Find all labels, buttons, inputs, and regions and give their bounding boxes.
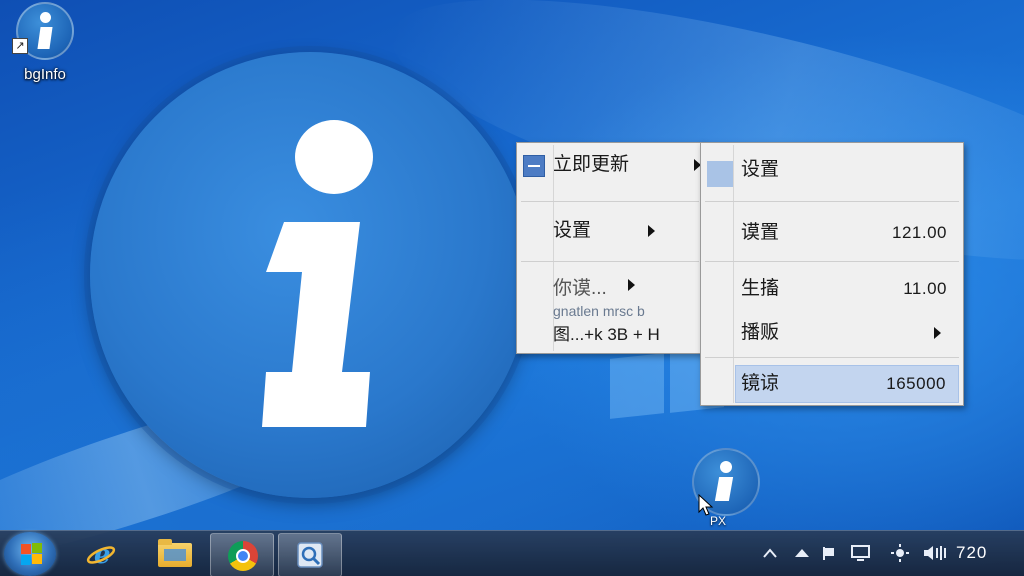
- context-menu: 立即更新 设置 你谟... gnatlen mrsc b 图...+k 3B +…: [516, 142, 704, 354]
- network-icon[interactable]: [794, 547, 810, 561]
- info-stem: [262, 222, 370, 427]
- menu-separator: [521, 201, 699, 202]
- menu-separator: [705, 357, 959, 358]
- clock[interactable]: 720: [956, 543, 987, 563]
- info-graphic: [90, 52, 530, 498]
- menu-item-label: 生搐: [741, 278, 780, 299]
- submenu-item-4[interactable]: 播贩: [701, 315, 963, 351]
- shortcut-arrow-icon: ↗: [12, 38, 28, 54]
- menu-separator: [521, 261, 699, 262]
- taskbar-button-explorer[interactable]: [142, 533, 204, 575]
- taskbar: e 720: [0, 530, 1024, 576]
- menu-item-label: 图...+k 3B + H: [553, 325, 660, 344]
- taskbar-button-chrome[interactable]: [210, 533, 274, 576]
- submenu-arrow-icon: [628, 279, 635, 291]
- menu-item-value: 165000: [886, 374, 946, 393]
- flag-icon[interactable]: [822, 545, 840, 561]
- menu-separator: [705, 261, 959, 262]
- menu-item-value: 11.00: [903, 279, 947, 298]
- info-dot: [295, 120, 373, 194]
- desktop-icon-label: bgInfo: [24, 66, 66, 83]
- menu-item-label: 立即更新: [553, 154, 630, 175]
- submenu-item-2[interactable]: 谟置 121.00: [701, 215, 963, 251]
- submenu-item-3[interactable]: 生搐 11.00: [701, 271, 963, 307]
- submenu-item-settings[interactable]: 设置: [701, 151, 963, 189]
- menu-item-label: 设置: [741, 159, 780, 180]
- mouse-cursor-icon: [698, 494, 714, 516]
- desktop: ↗ bgInfo 立即更新 设置 你谟... gnatlen mrsc b 图.…: [0, 0, 1024, 576]
- menu-item-update-now[interactable]: 立即更新: [517, 147, 703, 183]
- menu-item-misc[interactable]: 图...+k 3B + H: [517, 317, 703, 353]
- taskbar-button-tool[interactable]: [278, 533, 342, 576]
- swatch-icon: [707, 161, 733, 187]
- submenu-arrow-icon: [934, 327, 941, 339]
- menu-item-value: 121.00: [892, 223, 947, 242]
- small-icon-label: PX: [710, 514, 727, 528]
- tool-icon: [297, 542, 323, 568]
- menu-item-label: 设置: [553, 220, 592, 241]
- start-button[interactable]: [4, 532, 56, 576]
- monitor-icon[interactable]: [850, 544, 872, 562]
- menu-item-settings[interactable]: 设置: [517, 213, 703, 249]
- file-explorer-icon: [158, 539, 192, 567]
- submenu-item-5-highlighted[interactable]: 镜谅 165000: [735, 365, 959, 403]
- menu-item-label: 播贩: [741, 322, 780, 343]
- chevron-up-icon[interactable]: [762, 547, 778, 559]
- chrome-icon: [228, 541, 258, 571]
- volume-icon[interactable]: [922, 544, 950, 562]
- taskbar-button-ie[interactable]: e: [70, 533, 132, 575]
- menu-separator: [705, 201, 959, 202]
- checkbox-icon: [523, 155, 545, 177]
- brightness-icon[interactable]: [890, 543, 910, 563]
- submenu-arrow-icon: [648, 225, 655, 237]
- desktop-shortcut-bginfo[interactable]: ↗ bgInfo: [8, 2, 82, 83]
- internet-explorer-icon: e: [86, 541, 116, 567]
- submenu: 设置 谟置 121.00 生搐 11.00 播贩 镜谅 165000: [700, 142, 964, 406]
- menu-item-label: 谟置: [741, 222, 780, 243]
- menu-item-label: 镜谅: [741, 373, 780, 394]
